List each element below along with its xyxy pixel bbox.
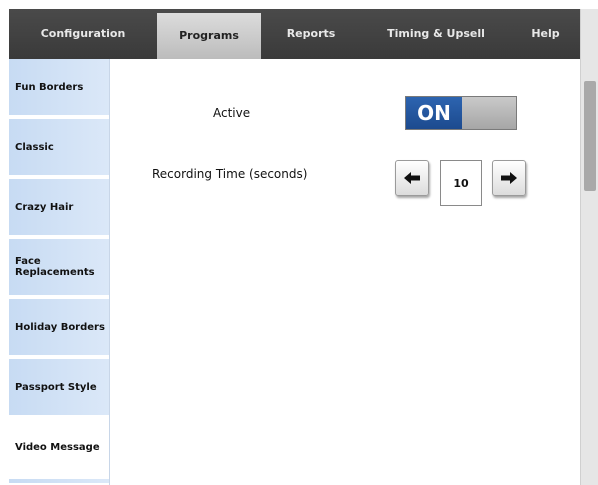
sidebar-item-face-replacements[interactable]: Face Replacements [9,239,109,297]
left-arrow-icon [404,172,420,184]
sidebar-item-fun-borders[interactable]: Fun Borders [9,59,109,117]
active-toggle[interactable]: ON [405,96,517,130]
sidebar-item-video-message[interactable]: Video Message [9,419,109,477]
active-label: Active [213,106,251,120]
sidebar-item-label: Fun Borders [15,81,84,93]
tab-timing-upsell[interactable]: Timing & Upsell [361,9,511,59]
top-tab-bar: Configuration Programs Reports Timing & … [9,9,580,59]
tab-help[interactable]: Help [511,9,580,59]
sidebar-item-holiday-borders[interactable]: Holiday Borders [9,299,109,357]
recording-time-value[interactable]: 10 [440,160,482,206]
tab-programs[interactable]: Programs [157,13,261,59]
recording-time-label: Recording Time (seconds) [152,167,308,181]
sidebar-item-label: Crazy Hair [15,201,74,213]
program-sidebar: Fun Borders Classic Crazy Hair Face Repl… [9,59,109,485]
scrollbar-thumb[interactable] [584,81,596,191]
sidebar-item-label: Holiday Borders [15,321,105,333]
sidebar-item-label: Video Message [15,441,100,453]
sidebar-item-crazy-hair[interactable]: Crazy Hair [9,179,109,237]
sidebar-item-passport-style[interactable]: Passport Style [9,359,109,417]
toggle-on-state: ON [406,97,462,129]
app-window: Configuration Programs Reports Timing & … [9,9,580,485]
increment-button[interactable] [492,160,526,196]
sidebar-item-label: Passport Style [15,381,97,393]
sidebar-divider [109,59,110,485]
vertical-scrollbar[interactable] [580,9,598,485]
decrement-button[interactable] [395,160,429,196]
toggle-off-state [462,97,516,129]
sidebar-item-label: Face Replacements [15,256,95,278]
right-arrow-icon [501,172,517,184]
sidebar-item-label: Classic [15,141,54,153]
tab-configuration[interactable]: Configuration [9,9,157,59]
tab-reports[interactable]: Reports [261,9,361,59]
sidebar-item-classic[interactable]: Classic [9,119,109,177]
sidebar-item-partial [9,479,109,485]
